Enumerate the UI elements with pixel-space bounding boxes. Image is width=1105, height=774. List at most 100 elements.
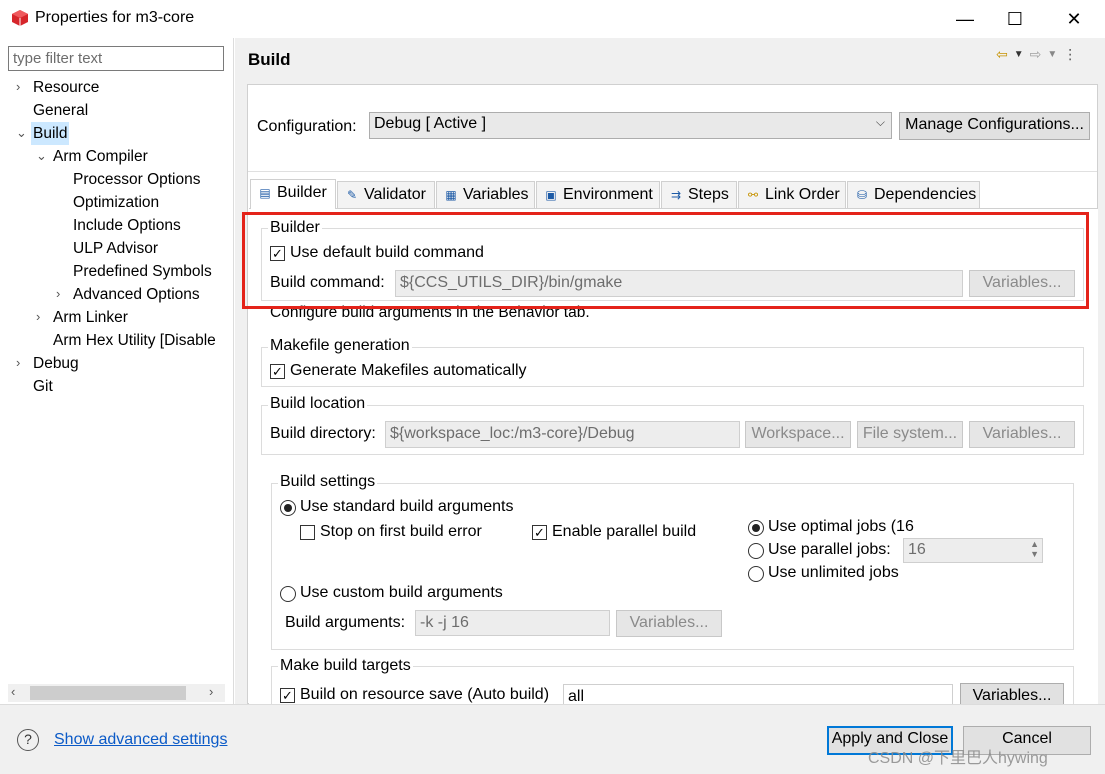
standard-build-arguments-radio[interactable] xyxy=(280,500,296,516)
chevron-right-icon[interactable]: › xyxy=(16,80,28,93)
app-cube-icon xyxy=(12,10,28,26)
chevron-right-icon[interactable]: › xyxy=(16,356,28,369)
auto-build-checkbox[interactable]: ✓ xyxy=(280,688,295,703)
scroll-right-icon[interactable]: › xyxy=(209,684,213,699)
tree-item-label: Predefined Symbols xyxy=(73,263,212,280)
build-directory-field[interactable]: ${workspace_loc:/m3-core}/Debug xyxy=(385,421,740,448)
configuration-select[interactable]: Debug [ Active ] ⌵ xyxy=(369,112,892,139)
separator xyxy=(248,171,1097,172)
custom-build-arguments-label: Use custom build arguments xyxy=(300,584,503,601)
configuration-value: Debug [ Active ] xyxy=(374,115,487,132)
stop-on-first-error-label: Stop on first build error xyxy=(320,523,482,540)
tree-item-label: Build xyxy=(31,122,70,145)
make-build-targets-clip: Make build targets ✓ Build on resource s… xyxy=(249,657,1098,704)
tree-item-build[interactable]: ⌄ Build xyxy=(0,122,234,145)
tab-label: Builder xyxy=(277,184,327,201)
window-title: Properties for m3-core xyxy=(35,9,195,26)
tree-item-label: Arm Linker xyxy=(53,309,128,326)
show-advanced-settings-link[interactable]: Show advanced settings xyxy=(54,731,227,749)
tab-link-order[interactable]: ⚯ Link Order xyxy=(738,181,846,209)
build-settings-group-title: Build settings xyxy=(278,473,378,491)
tab-validator[interactable]: ✎ Validator xyxy=(337,181,435,209)
tree-item-debug[interactable]: › Debug xyxy=(0,352,234,375)
tree-item-general[interactable]: General xyxy=(0,99,234,122)
forward-menu-chevron-icon[interactable]: ▼ xyxy=(1047,46,1057,64)
unlimited-jobs-radio[interactable] xyxy=(748,566,764,582)
tab-environment[interactable]: ▣ Environment xyxy=(536,181,660,209)
tree-item-label: Arm Hex Utility [Disable xyxy=(53,332,216,349)
variables-icon: ▦ xyxy=(445,188,457,202)
build-arguments-label: Build arguments: xyxy=(285,614,406,631)
stop-on-first-error-checkbox[interactable] xyxy=(300,525,315,540)
help-icon[interactable]: ? xyxy=(17,729,39,751)
spinner-arrows-icon[interactable]: ▲ ▼ xyxy=(1030,539,1039,559)
tab-builder[interactable]: ▤ Builder xyxy=(250,179,336,209)
tree-item-advanced-options[interactable]: › Advanced Options xyxy=(0,283,234,306)
tree-item-ulp-advisor[interactable]: ULP Advisor xyxy=(0,237,234,260)
back-menu-chevron-icon[interactable]: ▼ xyxy=(1014,46,1024,64)
tab-variables[interactable]: ▦ Variables xyxy=(436,181,535,209)
auto-build-target-field[interactable]: all xyxy=(563,684,953,704)
parallel-jobs-spinner[interactable]: 16 ▲ ▼ xyxy=(903,538,1043,563)
build-arguments-field[interactable]: -k -j 16 xyxy=(415,610,610,636)
tree-item-arm-hex-utility[interactable]: Arm Hex Utility [Disable xyxy=(0,329,234,352)
chevron-down-icon[interactable]: ⌄ xyxy=(36,149,48,162)
optimal-jobs-label: Use optimal jobs (16 xyxy=(768,518,914,535)
tree-item-arm-linker[interactable]: › Arm Linker xyxy=(0,306,234,329)
forward-arrow-icon[interactable]: ⇨ xyxy=(1030,46,1042,64)
targets-variables-button[interactable]: Variables... xyxy=(960,683,1064,704)
enable-parallel-build-label: Enable parallel build xyxy=(552,523,697,540)
tab-label: Dependencies xyxy=(874,186,977,203)
auto-build-label: Build on resource save (Auto build) xyxy=(300,686,550,703)
maximize-button[interactable]: ☐ xyxy=(990,0,1040,38)
tab-steps[interactable]: ⇉ Steps xyxy=(661,181,737,209)
tree-item-label: Include Options xyxy=(73,217,181,234)
tree-item-label: Resource xyxy=(33,79,100,96)
parallel-jobs-radio[interactable] xyxy=(748,543,764,559)
unlimited-jobs-label: Use unlimited jobs xyxy=(768,564,899,581)
filter-input[interactable] xyxy=(8,46,224,71)
manage-configurations-button[interactable]: Manage Configurations... xyxy=(899,112,1090,140)
tab-label: Environment xyxy=(563,186,653,203)
close-button[interactable]: ✕ xyxy=(1049,0,1099,38)
build-location-group-title: Build location xyxy=(268,395,368,413)
standard-build-arguments-label: Use standard build arguments xyxy=(300,498,514,515)
tree-item-label: Debug xyxy=(33,355,79,372)
chevron-right-icon[interactable]: › xyxy=(36,310,48,323)
chevron-right-icon[interactable]: › xyxy=(56,287,68,300)
scroll-left-icon[interactable]: ‹ xyxy=(11,684,15,699)
scrollbar-thumb[interactable] xyxy=(30,686,186,700)
tab-label: Link Order xyxy=(765,186,840,203)
location-variables-button[interactable]: Variables... xyxy=(969,421,1075,448)
view-menu-icon[interactable]: ⋮ xyxy=(1063,46,1077,64)
tree-item-label: Arm Compiler xyxy=(53,148,148,165)
tree-item-label: Processor Options xyxy=(73,171,201,188)
tree-item-include-options[interactable]: Include Options xyxy=(0,214,234,237)
generate-makefiles-checkbox[interactable]: ✓ xyxy=(270,364,285,379)
enable-parallel-build-checkbox[interactable]: ✓ xyxy=(532,525,547,540)
back-arrow-icon[interactable]: ⇦ xyxy=(996,46,1008,64)
tree-item-git[interactable]: Git xyxy=(0,375,234,398)
category-tree: › Resource General ⌄ Build ⌄ Arm Compile… xyxy=(0,76,234,676)
optimal-jobs-radio[interactable] xyxy=(748,520,764,536)
tree-item-label: Optimization xyxy=(73,194,160,211)
arguments-variables-button[interactable]: Variables... xyxy=(616,610,722,637)
tree-item-optimization[interactable]: Optimization xyxy=(0,191,234,214)
makefile-group-title: Makefile generation xyxy=(268,337,412,355)
workspace-button[interactable]: Workspace... xyxy=(745,421,851,448)
tree-item-arm-compiler[interactable]: ⌄ Arm Compiler xyxy=(0,145,234,168)
tree-item-resource[interactable]: › Resource xyxy=(0,76,234,99)
tree-item-processor-options[interactable]: Processor Options xyxy=(0,168,234,191)
chevron-down-icon[interactable]: ⌄ xyxy=(16,126,28,139)
tree-horizontal-scrollbar[interactable]: ‹ › xyxy=(8,684,225,702)
watermark: CSDN @下里巴人hywing xyxy=(868,750,1048,767)
minimize-button[interactable]: — xyxy=(940,0,990,38)
page-navigation: ⇦ ▼ ⇨ ▼ ⋮ xyxy=(996,46,1077,64)
tab-dependencies[interactable]: ⛁ Dependencies xyxy=(847,181,980,209)
custom-build-arguments-radio[interactable] xyxy=(280,586,296,602)
tab-label: Steps xyxy=(688,186,729,203)
file-system-button[interactable]: File system... xyxy=(857,421,963,448)
page-title: Build xyxy=(248,50,291,69)
tree-item-predefined-symbols[interactable]: Predefined Symbols xyxy=(0,260,234,283)
dependencies-icon: ⛁ xyxy=(856,188,868,202)
